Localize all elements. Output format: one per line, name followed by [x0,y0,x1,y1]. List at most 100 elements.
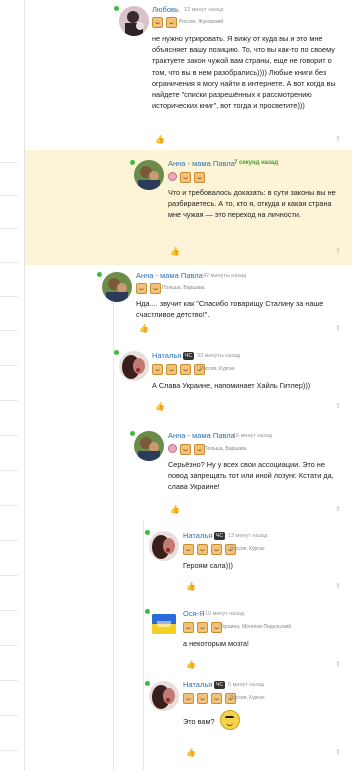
pink-badge-icon [168,172,177,181]
comment-time[interactable]: 42 минуты назад [203,273,246,279]
comment-text: Нда.... звучит как "Спасибо товарищу Ста… [136,299,324,320]
like-icon[interactable]: 👍 [155,135,165,144]
comment-text: а некоторым мозга! [183,639,249,648]
comment-text: А Слава Украине, напоминает Хайль Гитлер… [152,381,311,390]
avatar[interactable] [149,531,179,561]
kid-icon [166,364,177,375]
divider [0,262,18,263]
comment-time[interactable]: 10 минут назад [205,611,244,617]
user-badges [183,544,236,555]
divider [0,540,18,541]
kid-icon [194,172,205,183]
comment-time[interactable]: 7 секунд назад [234,160,278,166]
comment-time[interactable]: 33 минуты назад [197,353,240,359]
avatar[interactable] [134,431,164,461]
author-location: Россия, Курган [230,546,265,552]
comment-time[interactable]: 5 минут назад [228,682,264,688]
online-indicator [114,350,119,355]
online-indicator [145,609,150,614]
share-icon[interactable]: ⇧ [335,402,341,410]
divider [0,330,18,331]
kid-icon [180,444,191,455]
user-badges [183,693,236,704]
user-badges [136,283,161,294]
avatar[interactable] [119,351,149,381]
divider [0,470,18,471]
kid-icon [150,283,161,294]
divider [0,228,18,229]
avatar[interactable] [119,6,149,36]
kid-icon [211,544,222,555]
online-indicator [97,272,102,277]
user-badges [152,17,177,28]
author-name[interactable]: Любовь [152,5,179,14]
author-name[interactable]: Анна - мама Павла [168,159,235,168]
share-icon[interactable]: ⇧ [335,660,341,668]
smiley-emoji [220,710,240,730]
kid-icon [197,693,208,704]
online-indicator [145,530,150,535]
kid-icon [197,544,208,555]
divider [0,575,18,576]
kid-icon [152,17,163,28]
blacklist-badge: ЧС [214,532,225,540]
share-icon[interactable]: ⇧ [335,135,341,143]
comment-time[interactable]: 12 минут назад [184,7,223,13]
share-icon[interactable]: ⇧ [335,582,341,590]
author-location: Россия, Жуковский [179,19,224,25]
user-badges [168,172,205,183]
divider [0,365,18,366]
comment-text: Что и требовалось доказать: в сути закон… [168,188,336,220]
author-name[interactable]: Наталья [183,531,212,540]
share-icon[interactable]: ⇧ [335,505,341,513]
comment-time[interactable]: 13 минут назад [228,533,267,539]
author-location: Польша, Варшава [204,446,247,452]
author-name[interactable]: Наталья [152,351,181,360]
divider [0,505,18,506]
author-name[interactable]: Анна - мама Павла [168,431,235,440]
author-name[interactable]: Ося-Я [183,609,205,618]
avatar[interactable] [149,609,179,639]
comment-text: не нужно утрировать. Я вижу от куда вы и… [152,34,336,111]
divider [0,610,18,611]
online-indicator [114,6,119,11]
avatar[interactable] [149,681,179,711]
share-icon[interactable]: ⇧ [335,324,341,332]
like-icon[interactable]: 👍 [139,324,149,333]
share-icon[interactable]: ⇧ [335,247,341,255]
like-icon[interactable]: 👍 [186,748,196,757]
kid-icon [166,17,177,28]
author-name[interactable]: Анна - мама Павла [136,271,203,280]
kid-icon [183,544,194,555]
comment-text: Серьёзно? Ну у всех свои ассоциации. Это… [168,460,334,492]
kid-icon [180,364,191,375]
kid-icon [152,364,163,375]
online-indicator [130,160,135,165]
kid-icon [136,283,147,294]
share-icon[interactable]: ⇧ [335,748,341,756]
thread-line [143,520,144,770]
like-icon[interactable]: 👍 [170,505,180,514]
comment-time[interactable]: 16 минут назад [233,433,272,439]
kid-icon [211,693,222,704]
like-icon[interactable]: 👍 [186,660,196,669]
like-icon[interactable]: 👍 [155,402,165,411]
comment-text: Героям сала))) [183,561,233,570]
like-icon[interactable]: 👍 [170,247,180,256]
author-location: Россия, Курган [230,695,265,701]
author-location: Россия, Курган [200,366,235,372]
thread-line [113,270,114,770]
kid-icon [180,172,191,183]
blacklist-badge: ЧС [183,352,194,360]
divider [0,162,18,163]
kid-icon [183,693,194,704]
like-icon[interactable]: 👍 [186,582,196,591]
kid-icon [183,622,194,633]
kid-icon [197,622,208,633]
author-name[interactable]: Наталья [183,680,212,689]
divider [0,435,18,436]
avatar[interactable] [102,272,132,302]
pink-badge-icon [168,444,177,453]
avatar[interactable] [134,160,164,190]
user-badges [183,622,222,633]
